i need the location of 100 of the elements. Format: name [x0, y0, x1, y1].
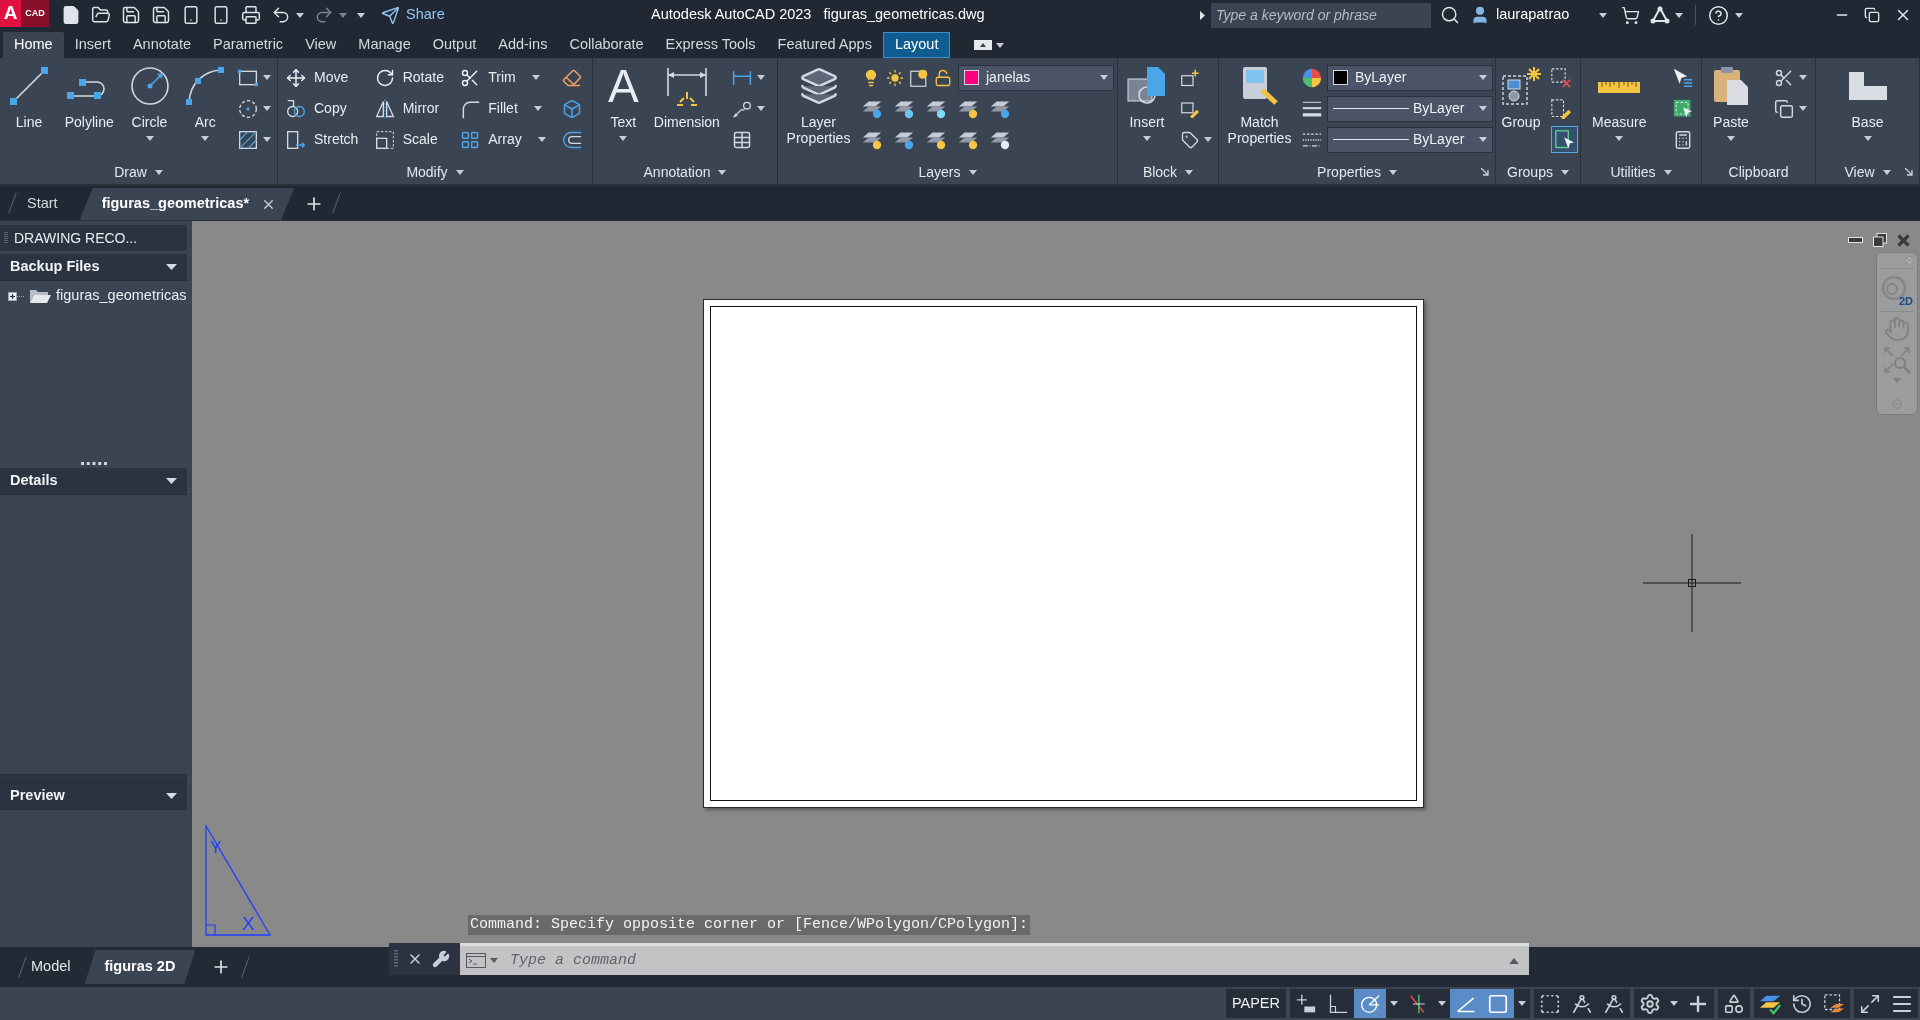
panel-title[interactable]: Utilities: [1610, 161, 1672, 183]
splitter-grip-icon[interactable]: [80, 461, 107, 465]
save-icon[interactable]: [121, 5, 141, 25]
phone-icon[interactable]: [211, 5, 231, 25]
ribbon-button[interactable]: Copy: [286, 93, 347, 124]
dropdown-button[interactable]: [1514, 989, 1530, 1018]
caret-icon[interactable]: [757, 106, 765, 111]
status-button[interactable]: [1718, 989, 1750, 1018]
ribbon-tab[interactable]: Add-ins: [487, 32, 559, 58]
space-tab[interactable]: Model: [23, 950, 79, 984]
scissors-icon[interactable]: [1774, 67, 1794, 88]
help-icon[interactable]: [1708, 4, 1730, 26]
ribbon-button[interactable]: Layer Properties: [781, 62, 856, 146]
close-icon[interactable]: [407, 951, 423, 967]
ribbon-tab[interactable]: Express Tools: [654, 32, 767, 58]
square-plus-icon[interactable]: [1181, 68, 1199, 87]
dropdown-button[interactable]: [1386, 989, 1402, 1018]
panel-title[interactable]: Annotation: [643, 161, 727, 183]
ribbon-button[interactable]: Paste: [1710, 62, 1752, 141]
sun-icon[interactable]: [886, 68, 904, 87]
table-icon[interactable]: [732, 129, 752, 150]
caret-icon[interactable]: [262, 137, 271, 142]
save-icon[interactable]: [151, 5, 171, 25]
undo-icon[interactable]: [271, 5, 291, 25]
minimize-icon[interactable]: [1848, 237, 1863, 243]
square-pencil-icon[interactable]: [1181, 99, 1199, 118]
dashed-rectangle-pencil-icon[interactable]: [1551, 98, 1571, 119]
ribbon-button[interactable]: Array: [460, 124, 546, 155]
ribbon-button[interactable]: Fillet: [460, 93, 542, 124]
ribbon-button[interactable]: Dimension: [650, 62, 723, 130]
ribbon-tab[interactable]: Parametric: [202, 32, 295, 58]
ribbon-tab[interactable]: View: [294, 32, 348, 58]
dashed-circle-icon[interactable]: [237, 98, 258, 119]
dropdown-field[interactable]: ByLayer: [1327, 126, 1493, 153]
panel-title[interactable]: Groups: [1507, 161, 1569, 183]
dialog-launcher-icon[interactable]: [1481, 168, 1489, 176]
ribbon-button[interactable]: A Text: [605, 62, 642, 141]
ribbon-button[interactable]: Circle: [126, 62, 173, 141]
rectangle-icon[interactable]: [237, 67, 258, 88]
panel-toggle-icon[interactable]: [974, 40, 993, 50]
printer-icon[interactable]: [241, 5, 261, 25]
status-button[interactable]: [1290, 989, 1322, 1018]
status-button[interactable]: [1322, 989, 1354, 1018]
restore-icon[interactable]: [1864, 7, 1880, 23]
ribbon-button[interactable]: Trim: [460, 62, 540, 93]
caret-icon[interactable]: [1735, 12, 1744, 18]
panel-title[interactable]: View: [1844, 161, 1891, 183]
grip-icon[interactable]: [4, 232, 8, 244]
ribbon-button[interactable]: Line: [6, 62, 52, 130]
lock-icon[interactable]: [934, 68, 952, 87]
status-button[interactable]: [1598, 989, 1630, 1018]
cart-icon[interactable]: [1621, 5, 1641, 25]
status-button[interactable]: [1818, 989, 1850, 1018]
dropdown-field[interactable]: ByLayer: [1327, 64, 1493, 91]
ribbon-tab[interactable]: Layout: [882, 32, 951, 58]
paper-space-button[interactable]: PAPER: [1225, 989, 1286, 1018]
status-button[interactable]: [1634, 989, 1666, 1018]
caret-icon[interactable]: [296, 12, 304, 18]
caret-icon[interactable]: [1799, 75, 1807, 80]
ribbon-button[interactable]: Measure: [1589, 62, 1650, 141]
dialog-launcher-icon[interactable]: [1905, 168, 1913, 176]
panel-title[interactable]: Properties: [1317, 161, 1397, 183]
file-tab[interactable]: figuras_geometricas*: [79, 188, 295, 220]
ribbon-button[interactable]: Match Properties: [1221, 62, 1298, 146]
status-button[interactable]: [1854, 989, 1886, 1018]
status-button[interactable]: [1754, 989, 1786, 1018]
section-header[interactable]: Preview: [0, 783, 187, 810]
ribbon-button[interactable]: Stretch: [286, 124, 359, 155]
tree-item[interactable]: figuras_geometricas: [0, 285, 187, 307]
cursor-list-icon[interactable]: [1673, 67, 1693, 88]
caret-icon[interactable]: [490, 958, 498, 963]
ribbon-tab[interactable]: Insert: [63, 32, 122, 58]
caret-icon[interactable]: [262, 75, 271, 80]
status-button[interactable]: [1886, 989, 1918, 1018]
caret-icon[interactable]: [1599, 12, 1608, 18]
ribbon-button[interactable]: Group: [1498, 62, 1544, 130]
redo-icon[interactable]: [314, 5, 334, 25]
status-button[interactable]: [1534, 989, 1566, 1018]
caret-icon[interactable]: [1509, 957, 1519, 964]
open-folder-icon[interactable]: [91, 5, 111, 25]
caret-icon[interactable]: [262, 106, 271, 111]
caret-icon[interactable]: [996, 42, 1005, 48]
ribbon-tab[interactable]: Output: [421, 32, 488, 58]
search-field[interactable]: Type a keyword or phrase: [1211, 2, 1431, 28]
ribbon-button[interactable]: Mirror: [374, 93, 440, 124]
panel-title[interactable]: Block: [1142, 161, 1194, 183]
cursor-square-icon[interactable]: [1673, 98, 1693, 119]
new-file-icon[interactable]: [61, 5, 81, 25]
ribbon-tab[interactable]: Collaborate: [558, 32, 655, 58]
hatch-icon[interactable]: [237, 129, 258, 150]
caret-icon[interactable]: [757, 75, 765, 80]
ribbon-button[interactable]: Arc: [182, 62, 229, 141]
copy-icon[interactable]: [1774, 98, 1794, 119]
toggle-button[interactable]: [1551, 126, 1578, 153]
cube-icon[interactable]: [562, 98, 582, 119]
connected-nodes-icon[interactable]: [1650, 6, 1671, 24]
caret-icon[interactable]: [339, 12, 347, 18]
section-header[interactable]: Backup Files: [0, 254, 187, 281]
terminal-icon[interactable]: [466, 953, 486, 968]
caret-icon[interactable]: [1799, 106, 1807, 111]
